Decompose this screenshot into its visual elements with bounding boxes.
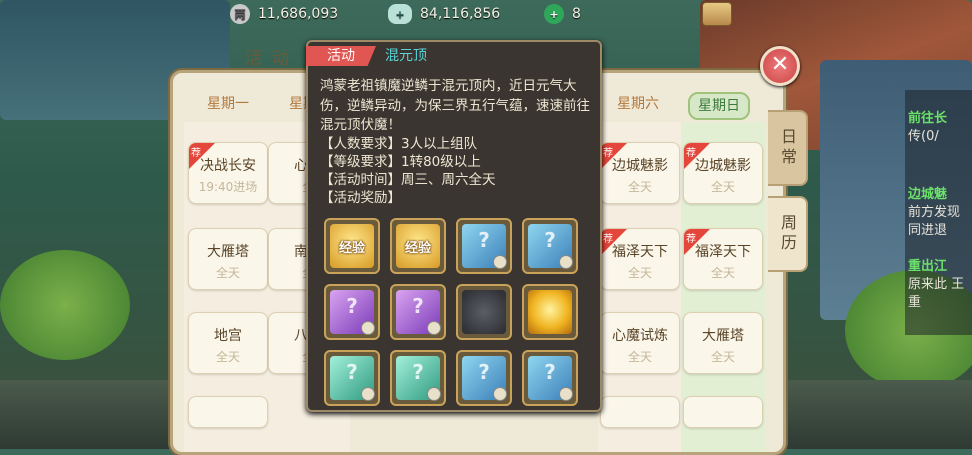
quest-title: 前往长 xyxy=(908,111,948,126)
day-header-monday[interactable]: 星期一 xyxy=(188,92,268,116)
activity-name: 心魔试炼 xyxy=(612,328,668,344)
exp-paw-icon[interactable]: 经验 xyxy=(390,218,446,274)
activity-time: 全天 xyxy=(627,350,652,364)
activity-time: 全天 xyxy=(627,266,652,280)
bound-coin-icon xyxy=(493,255,507,269)
quest-desc: 前方发现 同进退 xyxy=(908,205,961,238)
popup-tag: 活动 xyxy=(306,46,376,66)
purple-mystery-card-icon[interactable]: ? xyxy=(390,284,446,340)
gold-resource: + 84,116,856 xyxy=(388,4,500,24)
close-button[interactable]: ✕ xyxy=(760,46,800,86)
reward-art xyxy=(462,290,506,334)
bound-coin-icon xyxy=(361,321,375,335)
bound-coin-icon xyxy=(427,321,441,335)
activity-cell[interactable] xyxy=(600,396,680,428)
blue-mystery-card-icon[interactable]: ? xyxy=(456,218,512,274)
question-mark-icon: ? xyxy=(346,294,358,318)
question-mark-icon: ? xyxy=(412,294,424,318)
activity-time: 全天 xyxy=(215,350,240,364)
bound-coin-icon xyxy=(493,387,507,401)
question-mark-icon: ? xyxy=(478,360,490,384)
question-mark-icon: ? xyxy=(412,360,424,384)
activity-cell[interactable] xyxy=(188,396,268,428)
gold-ingot-icon: + xyxy=(388,4,412,24)
activity-cell[interactable]: 地宫 全天 xyxy=(188,312,268,374)
popup-activity-time: 【活动时间】周三、周六全天 xyxy=(320,172,496,188)
silver-coin-icon: 两 xyxy=(230,4,250,24)
activity-cell[interactable]: 荐 福泽天下 全天 xyxy=(683,228,763,290)
close-icon: ✕ xyxy=(770,52,790,77)
activity-cell[interactable]: 荐 福泽天下 全天 xyxy=(600,228,680,290)
bound-coin-icon xyxy=(559,255,573,269)
recommended-badge: 荐 xyxy=(189,143,215,169)
activity-time: 全天 xyxy=(215,266,240,280)
activity-name: 大雁塔 xyxy=(207,244,249,260)
resource-bar: 两 11,686,093 + 84,116,856 + 8 xyxy=(0,0,972,28)
golden-orb-icon[interactable] xyxy=(522,284,578,340)
activity-cell[interactable]: 大雁塔 全天 xyxy=(683,312,763,374)
activity-cell[interactable]: 心魔试炼 全天 xyxy=(600,312,680,374)
quest-item[interactable]: 重出江 原来此 王重 xyxy=(908,258,972,312)
exp-scroll-icon[interactable]: 经验 xyxy=(324,218,380,274)
teal-mystery-card-icon[interactable]: ? xyxy=(390,350,446,406)
recommended-badge: 荐 xyxy=(684,143,710,169)
bound-coin-icon xyxy=(427,387,441,401)
activity-name: 地宫 xyxy=(214,328,242,344)
reward-label: 经验 xyxy=(338,241,365,256)
question-mark-icon: ? xyxy=(478,228,490,252)
jade-icon: + xyxy=(544,4,564,24)
question-mark-icon: ? xyxy=(544,228,556,252)
gold-value: 84,116,856 xyxy=(420,6,501,22)
dark-stone-icon[interactable] xyxy=(456,284,512,340)
activity-time: 19:40进场 xyxy=(198,180,258,194)
activity-time: 全天 xyxy=(710,266,735,280)
tab-daily[interactable]: 日常 xyxy=(768,110,808,186)
quest-desc: 原来此 王重 xyxy=(908,277,965,310)
activity-cell[interactable]: 荐 决战长安 19:40进场 xyxy=(188,142,268,204)
recommended-badge: 荐 xyxy=(684,229,710,255)
quest-title: 边城魅 xyxy=(908,187,948,202)
popup-requirement-level: 【等级要求】1转80级以上 xyxy=(320,154,481,170)
popup-description: 鸿蒙老祖镇魔逆鳞于混元顶内，近日元气大伤，逆鳞异动，为保三界五行气蕴，速速前往混… xyxy=(320,78,590,133)
popup-requirement-party: 【人数要求】3人以上组队 xyxy=(320,136,478,152)
activity-cell[interactable]: 大雁塔 全天 xyxy=(188,228,268,290)
quest-title: 重出江 xyxy=(908,259,948,274)
recommended-badge: 荐 xyxy=(601,229,627,255)
blue-mystery-card-icon[interactable]: ? xyxy=(522,218,578,274)
silver-value: 11,686,093 xyxy=(258,6,339,22)
bound-coin-icon xyxy=(361,387,375,401)
purple-mystery-card-icon[interactable]: ? xyxy=(324,284,380,340)
activity-cell[interactable]: 荐 边城魅影 全天 xyxy=(683,142,763,204)
popup-rewards-label: 【活动奖励】 xyxy=(320,190,401,206)
recommended-badge: 荐 xyxy=(601,143,627,169)
activity-time: 全天 xyxy=(627,180,652,194)
activity-time: 全天 xyxy=(710,180,735,194)
teal-mystery-card-icon[interactable]: ? xyxy=(324,350,380,406)
activity-time: 全天 xyxy=(710,350,735,364)
reward-label: 经验 xyxy=(404,241,431,256)
quest-item[interactable]: 前往长 传(0/ xyxy=(908,110,972,146)
silver-resource: 两 11,686,093 xyxy=(230,4,338,24)
gift-box-icon[interactable] xyxy=(702,2,732,26)
bound-coin-icon xyxy=(559,387,573,401)
quest-tracker[interactable]: 前往长 传(0/ 边城魅 前方发现 同进退 重出江 原来此 王重 xyxy=(905,90,972,335)
question-mark-icon: ? xyxy=(544,360,556,384)
blue-mystery-card-icon[interactable]: ? xyxy=(522,350,578,406)
popup-activity-name: 混元顶 xyxy=(385,48,427,64)
reward-art xyxy=(528,290,572,334)
activity-name: 大雁塔 xyxy=(702,328,744,344)
jade-resource[interactable]: + 8 xyxy=(544,4,581,24)
quest-item[interactable]: 边城魅 前方发现 同进退 xyxy=(908,186,972,240)
day-header-sunday[interactable]: 星期日 xyxy=(688,92,750,120)
blue-mystery-card-icon[interactable]: ? xyxy=(456,350,512,406)
tab-weekly[interactable]: 周历 xyxy=(768,196,808,272)
day-header-saturday[interactable]: 星期六 xyxy=(600,92,676,116)
background-tree-left xyxy=(0,250,130,360)
question-mark-icon: ? xyxy=(346,360,358,384)
quest-desc: 传(0/ xyxy=(908,129,939,144)
activity-cell[interactable]: 荐 边城魅影 全天 xyxy=(600,142,680,204)
jade-value: 8 xyxy=(572,6,581,22)
activity-cell[interactable] xyxy=(683,396,763,428)
